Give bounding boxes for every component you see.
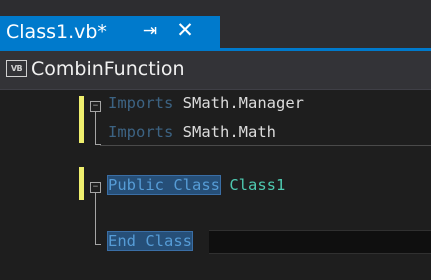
tab-title: Class1.vb* — [6, 21, 107, 43]
current-line-highlight — [209, 230, 431, 254]
navigation-bar[interactable]: VB CombinFunction — [0, 51, 431, 90]
fold-guide-end — [95, 244, 101, 245]
keyword: Imports — [108, 94, 174, 112]
keyword: Imports — [108, 123, 174, 141]
editor-gutter — [0, 90, 79, 280]
collapse-icon[interactable]: − — [90, 101, 101, 112]
project-dropdown-label[interactable]: CombinFunction — [31, 57, 185, 81]
fold-guide — [95, 193, 96, 244]
change-marker — [79, 96, 84, 143]
code-line-3[interactable]: Public Class Class1 — [107, 174, 286, 196]
keyword: Public Class — [107, 175, 221, 195]
fold-guide — [95, 112, 96, 144]
namespace-identifier: SMath.Manager — [182, 94, 304, 112]
collapse-icon[interactable]: − — [90, 182, 101, 193]
change-marker — [79, 167, 84, 200]
tab-class1-vb[interactable]: Class1.vb* ⇥ ✕ — [0, 16, 220, 48]
code-editor[interactable]: − − Imports SMath.Manager Imports SMath.… — [0, 90, 431, 280]
code-line-4[interactable]: End Class — [107, 230, 193, 252]
pin-icon[interactable]: ⇥ — [141, 19, 159, 43]
class-name: Class1 — [229, 176, 286, 194]
document-tab-strip: Class1.vb* ⇥ ✕ — [0, 0, 431, 51]
code-line-1[interactable]: Imports SMath.Manager — [108, 92, 304, 114]
namespace-identifier: SMath.Math — [182, 123, 276, 141]
code-line-2[interactable]: Imports SMath.Math — [108, 121, 276, 143]
vb-project-icon: VB — [6, 60, 27, 77]
close-icon[interactable]: ✕ — [174, 18, 196, 42]
outline-separator — [100, 145, 431, 146]
keyword: End Class — [107, 231, 193, 251]
